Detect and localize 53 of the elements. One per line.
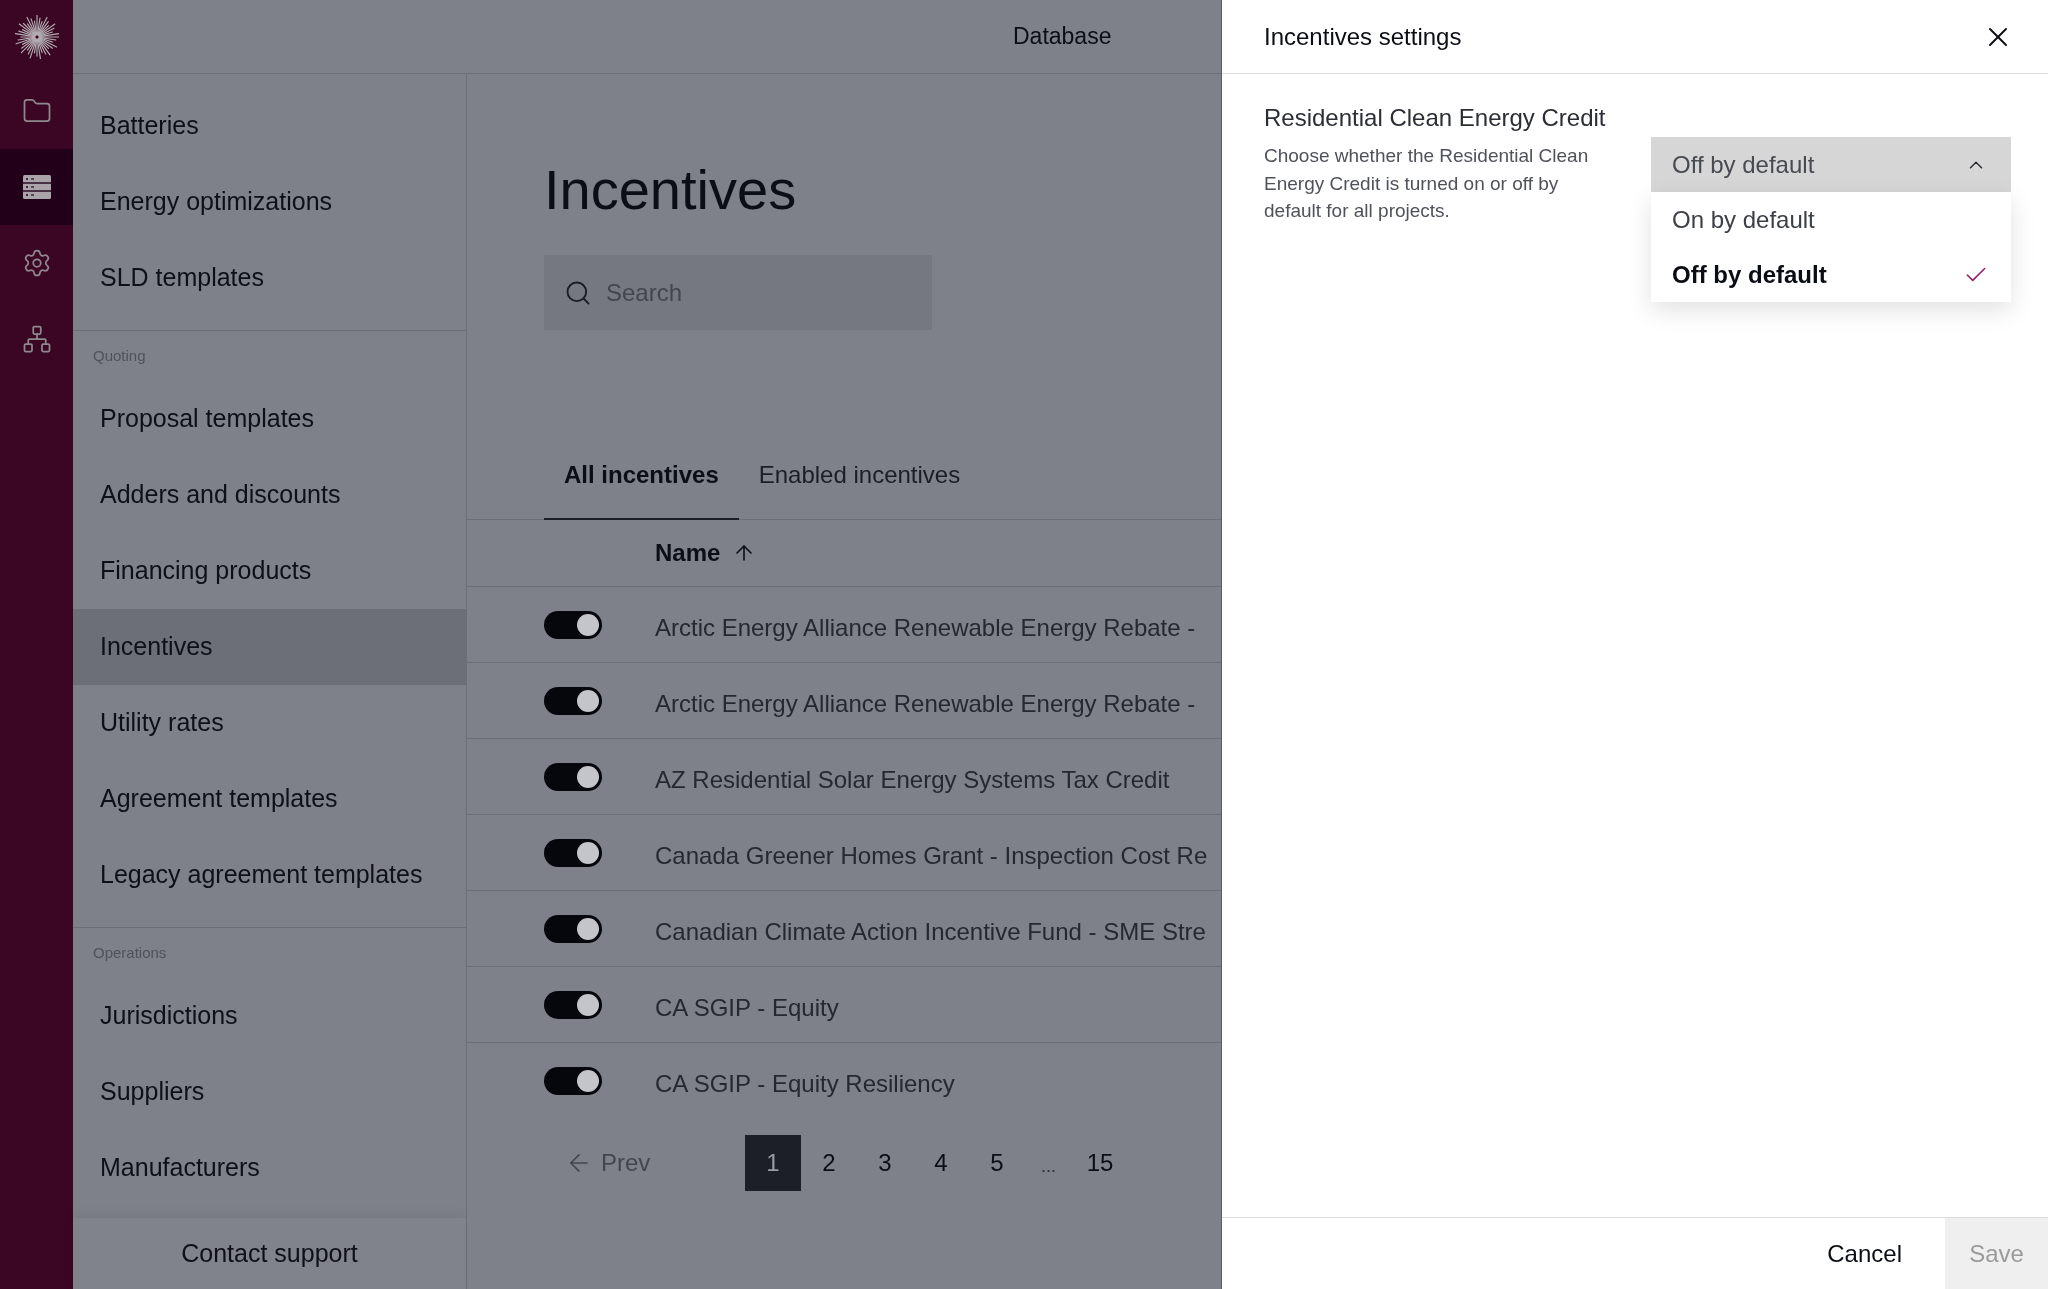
page-number-button[interactable]: 4 xyxy=(913,1135,969,1191)
sidebar-item[interactable]: Suppliers xyxy=(73,1054,466,1130)
sidebar-item[interactable]: Adders and discounts xyxy=(73,457,466,533)
dropdown-option[interactable]: On by default xyxy=(1651,192,2011,247)
toggle-switch[interactable] xyxy=(544,838,602,867)
sidebar-item[interactable]: Utility rates xyxy=(73,685,466,761)
toggle-switch[interactable] xyxy=(544,914,602,943)
page-number-button[interactable]: 1 xyxy=(745,1135,801,1191)
page-number-button[interactable]: 2 xyxy=(801,1135,857,1191)
sidebar-item[interactable]: Legacy agreement templates xyxy=(73,837,466,913)
sidebar-item[interactable]: Jurisdictions xyxy=(73,978,466,1054)
incentive-name: Canadian Climate Action Incentive Fund - SME Stre xyxy=(655,916,1206,947)
setting-description: Choose whether the Residential Clean Energy Credit is turned on or off by default for all projects. xyxy=(1264,144,1590,223)
cancel-button[interactable]: Cancel xyxy=(1807,1217,1922,1289)
search-icon xyxy=(564,279,592,307)
top-bar-title: Database xyxy=(1013,22,1112,52)
panel-title: Incentives settings xyxy=(1264,21,1462,52)
tab[interactable]: Enabled incentives xyxy=(738,459,981,520)
sidebar-item[interactable]: Proposal templates xyxy=(73,381,466,457)
incentive-name: CA SGIP - Equity xyxy=(655,992,839,1023)
toggle-switch[interactable] xyxy=(544,1067,602,1095)
toggle-switch[interactable] xyxy=(544,610,602,639)
sidebar-item[interactable]: Agreement templates xyxy=(73,761,466,837)
page-number-button[interactable]: 5 xyxy=(969,1135,1025,1191)
starburst-logo-icon xyxy=(14,14,59,59)
name-column-header[interactable]: Name xyxy=(655,535,721,571)
page-title: Incentives xyxy=(544,160,797,220)
sidebar-item[interactable]: Energy optimizations xyxy=(73,164,466,240)
toggle-switch[interactable] xyxy=(544,686,602,715)
sidebar-item[interactable]: SLD templates xyxy=(73,240,466,316)
sidebar-item[interactable]: Batteries xyxy=(73,88,466,164)
table-list-icon xyxy=(22,175,51,199)
toggle-switch[interactable] xyxy=(544,990,602,1019)
contact-support-button[interactable]: Contact support xyxy=(73,1218,466,1289)
select-value: Off by default xyxy=(1672,149,1815,180)
incentive-name: CA SGIP - Equity Resiliency xyxy=(655,1069,955,1099)
sidebar-item[interactable]: Incentives xyxy=(73,609,466,685)
incentive-name: AZ Residential Solar Energy Systems Tax Credit xyxy=(655,764,1170,795)
default-state-select[interactable]: Off by default xyxy=(1651,137,2011,192)
page-ellipsis: ... xyxy=(1040,1154,1057,1178)
sitemap-icon xyxy=(21,324,52,354)
sidebar-item[interactable]: Financing products xyxy=(73,533,466,609)
page-number-button[interactable]: 15 xyxy=(1072,1135,1128,1191)
sidebar-item[interactable]: Manufacturers xyxy=(73,1130,466,1206)
incentive-name: Canada Greener Homes Grant - Inspection Cost Re xyxy=(655,840,1208,871)
dropdown-option[interactable]: Off by default xyxy=(1651,247,2011,302)
save-button: Save xyxy=(1945,1217,2048,1289)
tab[interactable]: All incentives xyxy=(544,459,739,520)
incentive-name: Arctic Energy Alliance Renewable Energy Rebate - xyxy=(655,688,1196,719)
setting-title: Residential Clean Energy Credit xyxy=(1264,104,1607,132)
page-number-button[interactable]: 3 xyxy=(857,1135,913,1191)
toggle-switch[interactable] xyxy=(544,762,602,791)
incentive-name: Arctic Energy Alliance Renewable Energy Rebate - xyxy=(655,612,1196,643)
